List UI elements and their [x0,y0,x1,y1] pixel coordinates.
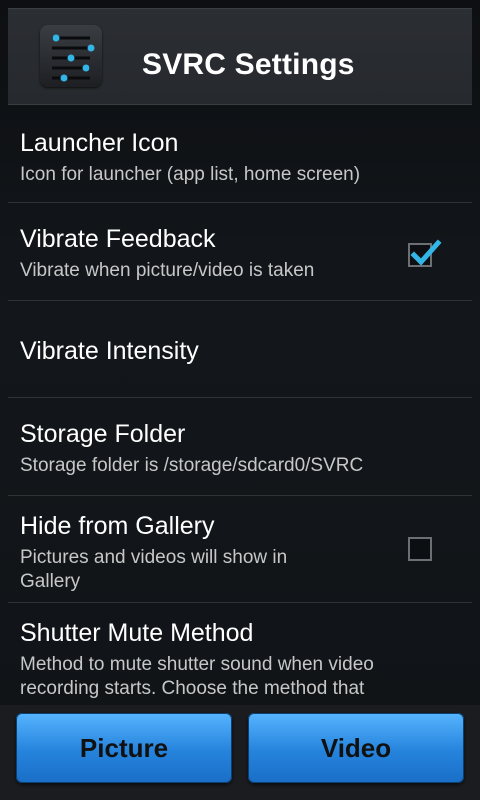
page-title: SVRC Settings [142,48,355,81]
setting-storage-folder[interactable]: Storage Folder Storage folder is /storag… [0,398,480,495]
bottom-button-bar: Picture Video [0,705,480,800]
setting-summary-line-1: Pictures and videos will show in [20,547,288,568]
setting-summary: Storage folder is /storage/sdcard0/SVRC [20,455,364,476]
setting-vibrate-feedback[interactable]: Vibrate Feedback Vibrate when picture/vi… [0,203,480,300]
hide-from-gallery-checkbox[interactable] [408,537,432,561]
checkmark-icon [410,239,442,266]
setting-summary-line-2: Gallery [20,571,81,592]
picture-button[interactable]: Picture [16,713,232,783]
vibrate-feedback-checkbox[interactable] [408,239,442,267]
setting-title: Storage Folder [20,420,186,448]
setting-launcher-icon[interactable]: Launcher Icon Icon for launcher (app lis… [0,105,480,203]
setting-shutter-mute-method[interactable]: Shutter Mute Method Method to mute shutt… [0,603,480,705]
setting-vibrate-intensity[interactable]: Vibrate Intensity [0,301,480,398]
setting-summary-line-2: recording starts. Choose the method that [20,678,365,699]
setting-title: Vibrate Intensity [20,337,199,365]
settings-screen: SVRC Settings Launcher Icon Icon for lau… [0,0,480,800]
settings-list[interactable]: Launcher Icon Icon for launcher (app lis… [0,105,480,705]
app-title-bar: SVRC Settings [8,8,472,105]
setting-summary-line-1: Method to mute shutter sound when video [20,654,374,675]
setting-summary: Icon for launcher (app list, home screen… [20,164,361,185]
setting-title: Hide from Gallery [20,512,215,540]
setting-hide-from-gallery[interactable]: Hide from Gallery Pictures and videos wi… [0,496,480,602]
sliders-icon [40,25,102,87]
setting-title: Shutter Mute Method [20,619,254,647]
video-button[interactable]: Video [248,713,464,783]
setting-summary: Vibrate when picture/video is taken [20,260,315,281]
setting-title: Vibrate Feedback [20,225,216,253]
setting-title: Launcher Icon [20,129,179,157]
